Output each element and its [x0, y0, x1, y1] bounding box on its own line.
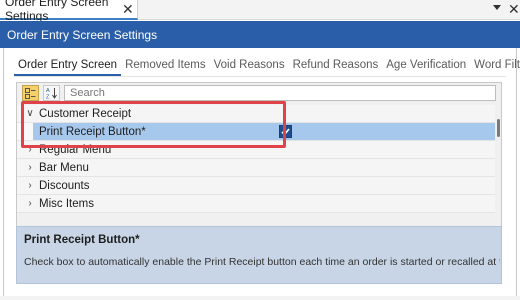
chevron-down-icon[interactable]: ∨	[23, 108, 37, 119]
category-misc-items[interactable]: › Misc Items	[17, 195, 495, 213]
tab-refund-reasons[interactable]: Refund Reasons	[289, 58, 383, 76]
print-receipt-checkbox[interactable]	[279, 125, 292, 138]
category-bar-menu[interactable]: › Bar Menu	[17, 159, 495, 177]
category-label: Customer Receipt	[39, 107, 132, 120]
property-label: Print Receipt Button*	[39, 125, 146, 138]
svg-text:Z: Z	[46, 95, 50, 100]
category-discounts[interactable]: › Discounts	[17, 177, 495, 195]
categorized-view-button[interactable]	[22, 85, 39, 101]
category-label: Misc Items	[39, 197, 94, 210]
tabs-divider	[14, 76, 506, 77]
alphabetical-sort-button[interactable]: A Z	[43, 85, 60, 101]
title-bar: Order Entry Screen Settings	[0, 21, 520, 48]
tab-removed-items[interactable]: Removed Items	[121, 58, 210, 76]
document-tab-title: Order Entry Screen Settings	[5, 0, 109, 23]
category-label: Discounts	[39, 179, 90, 192]
svg-text:A: A	[46, 88, 50, 94]
tab-void-reasons[interactable]: Void Reasons	[210, 58, 289, 76]
chevron-right-icon[interactable]: ›	[23, 144, 37, 155]
close-icon[interactable]: ✕	[122, 2, 134, 16]
chevron-right-icon[interactable]: ›	[23, 180, 37, 191]
document-tab[interactable]: Order Entry Screen Settings ✕	[0, 0, 138, 23]
description-text: Check box to automatically enable the Pr…	[24, 256, 500, 268]
window-close-icon[interactable]: ✕	[508, 2, 520, 16]
scrollbar-thumb[interactable]	[497, 119, 500, 137]
chevron-right-icon[interactable]: ›	[23, 198, 37, 209]
chevron-right-icon[interactable]: ›	[23, 162, 37, 173]
settings-tabs: Order Entry Screen Removed Items Void Re…	[14, 58, 520, 76]
checkmark-icon	[281, 127, 290, 136]
category-label: Bar Menu	[39, 161, 89, 174]
category-label: Regular Menu	[39, 143, 112, 156]
property-grid-toolbar: A Z	[17, 83, 501, 103]
page-title: Order Entry Screen Settings	[7, 27, 158, 42]
tab-order-entry-screen[interactable]: Order Entry Screen	[14, 58, 122, 76]
document-tab-strip: Order Entry Screen Settings ✕ ✕	[0, 0, 520, 23]
description-panel: Print Receipt Button* Check box to autom…	[16, 226, 502, 284]
property-rows: ∨ Customer Receipt Print Receipt Button*…	[17, 105, 495, 213]
vertical-scrollbar[interactable]	[496, 105, 501, 226]
chevron-down-icon[interactable]	[493, 5, 501, 10]
property-value-cell[interactable]	[263, 123, 495, 140]
category-customer-receipt[interactable]: ∨ Customer Receipt	[17, 105, 495, 123]
search-input[interactable]	[64, 85, 496, 101]
categorized-view-icon	[25, 87, 36, 99]
description-title: Print Receipt Button*	[24, 234, 140, 246]
category-regular-menu[interactable]: › Regular Menu	[17, 141, 495, 159]
tab-age-verification[interactable]: Age Verification	[382, 58, 470, 76]
property-grid: A Z ∨ Customer Receipt Print Receipt But…	[16, 82, 502, 227]
bottom-strip	[0, 296, 520, 300]
tab-word-filters[interactable]: Word Filters	[470, 58, 520, 76]
alphabetical-sort-icon: A Z	[46, 88, 57, 100]
property-print-receipt-button[interactable]: Print Receipt Button*	[17, 123, 495, 141]
